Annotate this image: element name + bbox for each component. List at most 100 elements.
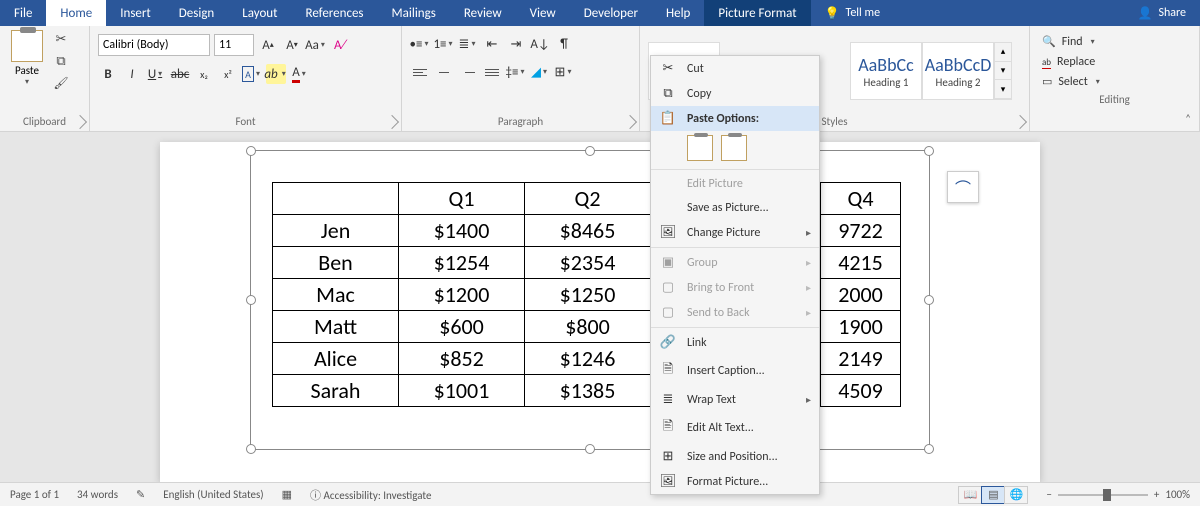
tab-references[interactable]: References — [292, 0, 378, 26]
text-effects-button[interactable]: A▾ — [242, 64, 262, 84]
select-button[interactable]: Select▾ — [1038, 74, 1106, 90]
font-size-select[interactable] — [214, 34, 254, 56]
page: ⌒ Q1Q2 Jen$1400$8465 Ben$1254$2354 Mac$1… — [160, 142, 1040, 482]
view-web-layout[interactable]: 🌐 — [1004, 486, 1028, 504]
resize-handle[interactable] — [246, 444, 256, 454]
clear-formatting-button[interactable]: A⁄ — [330, 35, 350, 55]
ctx-bring-front: ▢Bring to Front▸ — [651, 275, 819, 300]
align-left-button[interactable] — [410, 62, 430, 82]
grow-font-button[interactable]: A▴ — [258, 35, 278, 55]
ctx-copy[interactable]: ⧉Copy — [651, 81, 819, 106]
ctx-paste-options[interactable]: 📋Paste Options: — [651, 106, 819, 131]
resize-handle[interactable] — [585, 146, 595, 156]
resize-handle[interactable] — [924, 146, 934, 156]
copy-button[interactable] — [52, 52, 70, 70]
italic-button[interactable]: I — [122, 64, 142, 84]
subscript-button[interactable]: x₂ — [194, 64, 214, 84]
find-button[interactable]: Find▾ — [1038, 34, 1101, 50]
paste-keep-source-button[interactable] — [687, 135, 713, 161]
borders-button[interactable]: ⊞▾ — [554, 62, 574, 82]
zoom-in-button[interactable]: + — [1154, 488, 1159, 501]
ctx-format-picture[interactable]: 🖼Format Picture... — [651, 469, 819, 494]
macro-icon[interactable]: ▦ — [282, 488, 292, 501]
table-header: Q1 — [399, 183, 525, 215]
ctx-cut[interactable]: ✂Cut — [651, 56, 819, 81]
highlight-button[interactable]: ab▾ — [266, 64, 286, 84]
table-row: 9722 — [821, 215, 901, 247]
resize-handle[interactable] — [246, 146, 256, 156]
paste-picture-button[interactable] — [721, 135, 747, 161]
layout-options-button[interactable]: ⌒ — [947, 171, 979, 203]
data-table-left: Q1Q2 Jen$1400$8465 Ben$1254$2354 Mac$120… — [272, 182, 651, 407]
collapse-ribbon-button[interactable]: ˄ — [1185, 112, 1191, 125]
tab-help[interactable]: Help — [652, 0, 704, 26]
zoom-level[interactable]: 100% — [1165, 488, 1190, 501]
status-words[interactable]: 34 words — [77, 488, 118, 501]
ctx-group: ▣Group▸ — [651, 250, 819, 275]
zoom-slider[interactable] — [1058, 494, 1148, 496]
tab-insert[interactable]: Insert — [106, 0, 165, 26]
shrink-font-button[interactable]: A▾ — [282, 35, 302, 55]
tell-me[interactable]: 💡Tell me — [811, 0, 894, 26]
style-heading1[interactable]: AaBbCcHeading 1 — [850, 42, 922, 100]
align-center-button[interactable] — [434, 62, 454, 82]
increase-indent-button[interactable]: ⇥ — [506, 34, 526, 54]
tab-developer[interactable]: Developer — [570, 0, 652, 26]
tab-file[interactable]: File — [0, 0, 46, 26]
resize-handle[interactable] — [924, 444, 934, 454]
multilevel-list-button[interactable]: ≣▾ — [458, 34, 478, 54]
strikethrough-button[interactable]: abc — [170, 64, 190, 84]
status-page[interactable]: Page 1 of 1 — [10, 488, 59, 501]
proofing-icon[interactable]: ✎ — [136, 488, 145, 501]
zoom-out-button[interactable]: − — [1046, 488, 1051, 501]
sort-button[interactable]: A↓ — [530, 34, 550, 54]
ctx-insert-caption[interactable]: 🗎Insert Caption... — [651, 355, 819, 387]
ctx-save-as-picture[interactable]: Save as Picture... — [651, 196, 819, 220]
tab-review[interactable]: Review — [450, 0, 516, 26]
status-language[interactable]: English (United States) — [163, 488, 263, 501]
font-color-button[interactable]: A▾ — [290, 64, 310, 84]
ctx-change-picture[interactable]: 🖼Change Picture▸ — [651, 220, 819, 245]
decrease-indent-button[interactable]: ⇤ — [482, 34, 502, 54]
tab-mailings[interactable]: Mailings — [378, 0, 450, 26]
bullets-button[interactable]: •≡▾ — [410, 34, 430, 54]
change-case-button[interactable]: Aa▾ — [306, 35, 326, 55]
ctx-edit-alt-text[interactable]: 🖹Edit Alt Text... — [651, 412, 819, 444]
ctx-wrap-text[interactable]: ≣Wrap Text▸ — [651, 387, 819, 412]
paste-button[interactable]: Paste ▾ — [8, 30, 46, 87]
view-print-layout[interactable]: ▤ — [981, 486, 1005, 504]
lightbulb-icon: 💡 — [825, 6, 840, 21]
format-painter-button[interactable] — [52, 74, 70, 92]
tab-view[interactable]: View — [516, 0, 570, 26]
ctx-link[interactable]: 🔗Link — [651, 330, 819, 355]
status-accessibility[interactable]: ⓘ Accessibility: Investigate — [310, 487, 431, 503]
replace-button[interactable]: Replace — [1038, 54, 1099, 70]
superscript-button[interactable]: x² — [218, 64, 238, 84]
resize-handle[interactable] — [924, 295, 934, 305]
font-family-select[interactable] — [98, 34, 210, 56]
resize-handle[interactable] — [585, 444, 595, 454]
numbering-button[interactable]: 1≡▾ — [434, 34, 454, 54]
style-heading2[interactable]: AaBbCcDHeading 2 — [922, 42, 994, 100]
underline-button[interactable]: U▾ — [146, 64, 166, 84]
link-icon: 🔗 — [659, 335, 677, 350]
line-spacing-button[interactable]: ‡≡▾ — [506, 62, 526, 82]
alt-text-icon: 🖹 — [659, 417, 677, 439]
share-button[interactable]: 👤Share — [1123, 0, 1200, 26]
bold-button[interactable]: B — [98, 64, 118, 84]
resize-handle[interactable] — [246, 295, 256, 305]
document-area: ⌒ Q1Q2 Jen$1400$8465 Ben$1254$2354 Mac$1… — [0, 132, 1200, 482]
tab-design[interactable]: Design — [165, 0, 228, 26]
shading-button[interactable]: ◢▾ — [530, 62, 550, 82]
justify-button[interactable] — [482, 62, 502, 82]
tab-picture-format[interactable]: Picture Format — [704, 0, 810, 26]
tab-home[interactable]: Home — [46, 0, 106, 26]
styles-gallery-nav[interactable]: ▴▾▾ — [994, 42, 1012, 100]
view-read-mode[interactable]: 📖 — [958, 486, 982, 504]
align-right-button[interactable] — [458, 62, 478, 82]
ctx-size-position[interactable]: ⊞Size and Position... — [651, 444, 819, 469]
cut-button[interactable] — [52, 30, 70, 48]
group-label: Clipboard — [8, 112, 81, 131]
tab-layout[interactable]: Layout — [228, 0, 291, 26]
show-marks-button[interactable]: ¶ — [554, 34, 574, 54]
